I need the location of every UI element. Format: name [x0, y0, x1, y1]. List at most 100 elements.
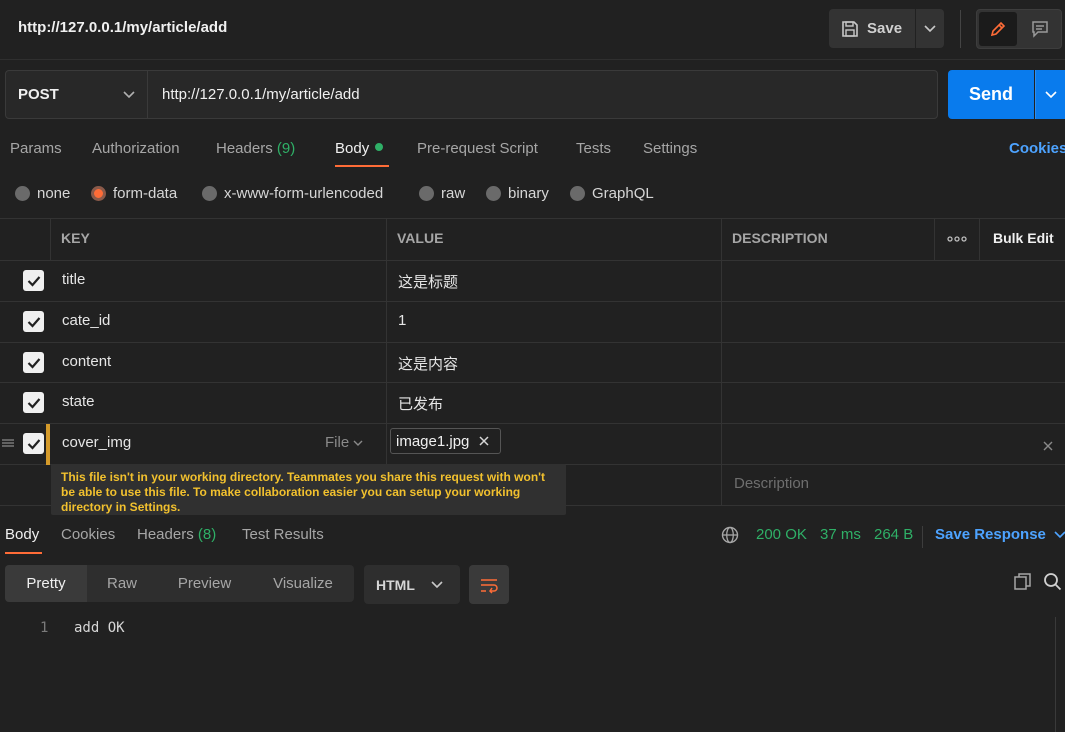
- pencil-icon: [990, 21, 1006, 37]
- param-key[interactable]: title: [62, 271, 85, 288]
- active-response-tab-indicator: [5, 552, 42, 554]
- edit-mode-button[interactable]: [979, 12, 1017, 46]
- tab-pre-request-script[interactable]: Pre-request Script: [417, 140, 538, 157]
- file-warning-indicator: [46, 424, 50, 465]
- cookies-link[interactable]: Cookies: [1009, 140, 1065, 157]
- param-key[interactable]: content: [62, 353, 111, 370]
- save-options-button[interactable]: [916, 9, 944, 48]
- view-raw[interactable]: Raw: [91, 565, 153, 602]
- param-key[interactable]: cate_id: [62, 312, 110, 329]
- radio-circle: [486, 186, 501, 201]
- response-tabs: Body Cookies Headers (8) Test Results 20…: [0, 522, 1065, 556]
- param-key[interactable]: state: [62, 393, 95, 410]
- check-icon: [27, 438, 40, 450]
- row-checkbox[interactable]: [23, 433, 44, 454]
- table-border: [386, 218, 387, 505]
- comments-button[interactable]: [1021, 12, 1059, 46]
- file-name: image1.jpg: [396, 432, 470, 450]
- url-input[interactable]: http://127.0.0.1/my/article/add: [147, 70, 938, 119]
- param-value[interactable]: 这是标题: [398, 271, 458, 292]
- radio-form-data[interactable]: form-data: [91, 185, 177, 202]
- tab-response-body[interactable]: Body: [5, 526, 39, 543]
- row-checkbox[interactable]: [23, 352, 44, 373]
- column-header-description: DESCRIPTION: [732, 230, 828, 246]
- table-border: [0, 423, 1065, 424]
- delete-row-icon[interactable]: [1043, 438, 1053, 454]
- response-size[interactable]: 264 B: [874, 526, 913, 543]
- tab-response-headers[interactable]: Headers (8): [137, 526, 216, 543]
- check-icon: [27, 316, 40, 328]
- radio-circle-selected: [91, 186, 106, 201]
- radio-circle: [419, 186, 434, 201]
- save-button[interactable]: Save: [829, 9, 915, 48]
- radio-none[interactable]: none: [15, 185, 70, 202]
- tab-tests[interactable]: Tests: [576, 140, 611, 157]
- param-value[interactable]: 1: [398, 312, 406, 329]
- format-select[interactable]: HTML: [364, 565, 460, 604]
- param-key[interactable]: cover_img: [62, 434, 131, 451]
- view-preview[interactable]: Preview: [162, 565, 247, 602]
- view-pretty[interactable]: Pretty: [5, 565, 87, 602]
- word-wrap-button[interactable]: [469, 565, 509, 604]
- table-border: [934, 218, 935, 260]
- tab-response-cookies[interactable]: Cookies: [61, 526, 115, 543]
- tab-params[interactable]: Params: [10, 140, 62, 157]
- row-checkbox[interactable]: [23, 392, 44, 413]
- radio-x-www-form-urlencoded[interactable]: x-www-form-urlencoded: [202, 185, 383, 202]
- radio-raw[interactable]: raw: [419, 185, 465, 202]
- radio-binary[interactable]: binary: [486, 185, 549, 202]
- request-tabs: Params Authorization Headers (9) Body Pr…: [0, 136, 1065, 168]
- search-icon[interactable]: [1043, 572, 1063, 595]
- view-visualize[interactable]: Visualize: [261, 565, 345, 602]
- tab-settings[interactable]: Settings: [643, 140, 697, 157]
- status-code[interactable]: 200 OK: [756, 526, 807, 543]
- chevron-down-icon: [1044, 90, 1057, 98]
- tab-test-results[interactable]: Test Results: [242, 526, 324, 543]
- response-time[interactable]: 37 ms: [820, 526, 861, 543]
- response-scrollbar[interactable]: [1055, 617, 1065, 732]
- radio-graphql[interactable]: GraphQL: [570, 185, 654, 202]
- radio-circle: [570, 186, 585, 201]
- globe-icon[interactable]: [721, 526, 739, 547]
- close-icon[interactable]: [479, 436, 489, 446]
- request-title[interactable]: http://127.0.0.1/my/article/add: [18, 19, 227, 36]
- send-button[interactable]: Send: [948, 70, 1034, 119]
- file-warning-tooltip: This file isn't in your working director…: [51, 464, 566, 515]
- status-divider: [922, 526, 923, 548]
- row-checkbox[interactable]: [23, 311, 44, 332]
- chevron-down-icon: [353, 440, 363, 446]
- file-chip: image1.jpg: [390, 428, 501, 454]
- body-modified-dot: [375, 143, 384, 152]
- chevron-down-icon: [924, 24, 936, 32]
- response-body-line[interactable]: add OK: [74, 620, 125, 636]
- toolbar-divider: [960, 10, 961, 48]
- table-border: [0, 301, 1065, 302]
- comment-icon: [1032, 21, 1048, 38]
- check-icon: [27, 275, 40, 287]
- param-value[interactable]: 这是内容: [398, 353, 458, 374]
- description-input[interactable]: Description: [734, 475, 809, 492]
- copy-icon[interactable]: [1013, 572, 1033, 595]
- row-checkbox[interactable]: [23, 270, 44, 291]
- tab-authorization[interactable]: Authorization: [92, 140, 180, 157]
- key-type-select[interactable]: File: [325, 434, 363, 451]
- more-options-icon[interactable]: [947, 232, 967, 248]
- column-header-key: KEY: [61, 230, 90, 246]
- tab-body[interactable]: Body: [335, 140, 384, 157]
- method-select[interactable]: POST: [5, 70, 148, 119]
- table-border: [0, 382, 1065, 383]
- radio-circle: [202, 186, 217, 201]
- send-options-button[interactable]: [1035, 70, 1065, 119]
- table-border: [721, 218, 722, 505]
- column-header-value: VALUE: [397, 230, 444, 246]
- table-border: [0, 342, 1065, 343]
- bulk-edit-button[interactable]: Bulk Edit: [993, 230, 1054, 246]
- save-response-button[interactable]: Save Response: [935, 526, 1065, 543]
- body-type-radio-group: none form-data x-www-form-urlencoded raw…: [0, 183, 1065, 207]
- table-border: [0, 260, 1065, 261]
- tab-headers[interactable]: Headers (9): [216, 140, 295, 157]
- param-value[interactable]: 已发布: [398, 393, 443, 414]
- drag-handle-icon[interactable]: [1, 436, 15, 452]
- save-icon: [842, 20, 858, 37]
- active-tab-indicator: [335, 165, 389, 167]
